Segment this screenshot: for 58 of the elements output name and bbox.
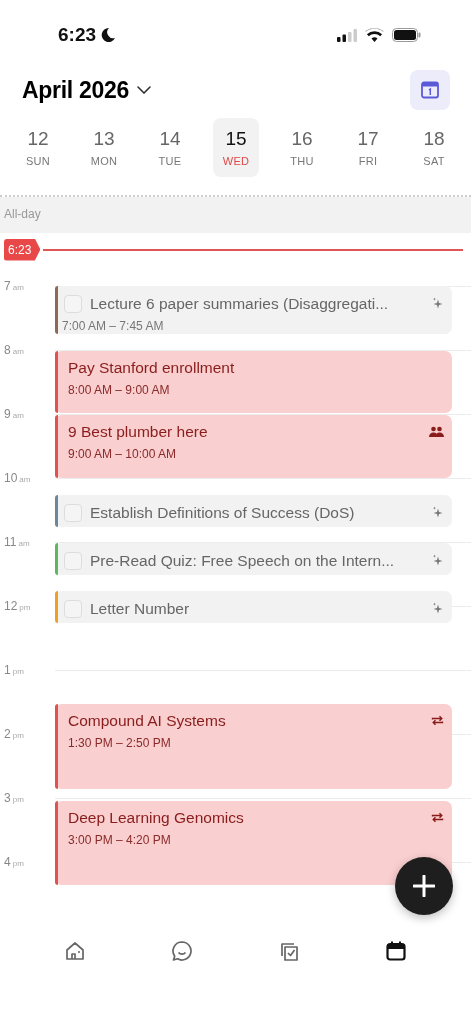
home-icon bbox=[64, 940, 87, 962]
checkbox[interactable] bbox=[64, 294, 82, 313]
event-title: Pay Stanford enrollment bbox=[68, 358, 236, 378]
day-tab[interactable]: 12 SUN bbox=[15, 118, 61, 177]
event-title: Pre-Read Quiz: Free Speech on the Intern... bbox=[90, 551, 396, 571]
hour-label: 9 am bbox=[3, 408, 25, 420]
day-tab[interactable]: 17 FRI bbox=[345, 118, 391, 177]
wifi-icon bbox=[365, 28, 384, 42]
calendar-icon bbox=[384, 940, 407, 962]
hour-label: 12 pm bbox=[3, 600, 32, 612]
task-card[interactable]: Pre-Read Quiz: Free Speech on the Intern... bbox=[55, 543, 452, 575]
month-selector[interactable]: April 2026 bbox=[22, 72, 151, 108]
signal-icon bbox=[337, 28, 357, 42]
day-tab[interactable]: 14 TUE bbox=[147, 118, 193, 177]
event-title: Lecture 6 paper summaries (Disaggregati... bbox=[90, 294, 390, 314]
task-card[interactable]: Lecture 6 paper summaries (Disaggregati... 7:00 AM – 7:45 AM bbox=[55, 286, 452, 334]
checkbox[interactable] bbox=[64, 503, 82, 522]
current-time-marker: 6:23 bbox=[4, 238, 41, 261]
day-tab[interactable]: 18 SAT bbox=[411, 118, 457, 177]
battery-icon bbox=[392, 28, 421, 42]
event-time: 8:00 AM – 9:00 AM bbox=[68, 382, 171, 400]
day-tab[interactable]: 15 WED bbox=[213, 118, 259, 177]
add-button[interactable] bbox=[395, 857, 453, 915]
calendar-icon bbox=[420, 80, 440, 100]
event-title: 9 Best plumber here bbox=[68, 422, 209, 442]
event-time: 3:00 PM – 4:20 PM bbox=[68, 832, 172, 850]
chevron-down-icon bbox=[136, 86, 151, 94]
event-card[interactable]: Pay Stanford enrollment 8:00 AM – 9:00 AM bbox=[55, 351, 452, 413]
event-card[interactable]: Compound AI Systems 1:30 PM – 2:50 PM bbox=[55, 704, 452, 789]
hour-label: 2 pm bbox=[3, 728, 25, 740]
event-title: Compound AI Systems bbox=[68, 711, 227, 731]
task-card[interactable]: Letter Number bbox=[55, 591, 452, 623]
event-card[interactable]: Deep Learning Genomics 3:00 PM – 4:20 PM bbox=[55, 801, 452, 885]
event-time: 7:00 AM – 7:45 AM bbox=[62, 318, 165, 336]
task-card[interactable]: Establish Definitions of Success (DoS) bbox=[55, 495, 452, 527]
day-tab[interactable]: 16 THU bbox=[279, 118, 325, 177]
checkbox[interactable] bbox=[64, 551, 82, 570]
status-time: 6:23 bbox=[58, 22, 97, 47]
day-tab[interactable]: 13 MON bbox=[81, 118, 127, 177]
hour-label: 7 am bbox=[3, 280, 25, 292]
checkbox[interactable] bbox=[64, 599, 82, 618]
event-title: Deep Learning Genomics bbox=[68, 808, 245, 828]
event-title: Letter Number bbox=[90, 599, 191, 619]
event-time: 1:30 PM – 2:50 PM bbox=[68, 735, 172, 753]
plus-icon bbox=[413, 875, 435, 897]
event-card[interactable]: 9 Best plumber here 9:00 AM – 10:00 AM bbox=[55, 415, 452, 478]
event-time: 9:00 AM – 10:00 AM bbox=[68, 446, 178, 464]
hour-label: 4 pm bbox=[3, 856, 25, 868]
hour-label: 11 am bbox=[3, 536, 31, 548]
chat-icon bbox=[171, 940, 194, 962]
moon-icon bbox=[100, 27, 117, 43]
hour-label: 10 am bbox=[3, 472, 32, 484]
hour-label: 8 am bbox=[3, 344, 25, 356]
hour-label: 1 pm bbox=[3, 664, 25, 676]
event-title: Establish Definitions of Success (DoS) bbox=[90, 503, 356, 523]
today-button[interactable] bbox=[410, 70, 450, 110]
hour-label: 3 pm bbox=[3, 792, 25, 804]
all-day-label: All-day bbox=[4, 207, 41, 221]
